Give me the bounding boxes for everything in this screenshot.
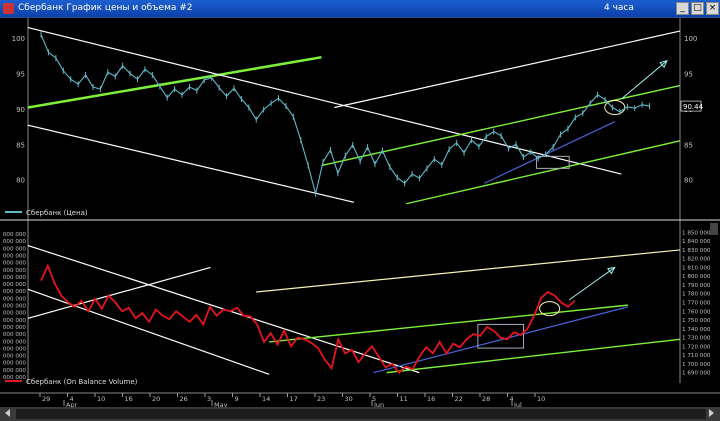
chart-window: Сбербанк График цены и объема #2 4 часа … [0,0,720,421]
y-tick-right: 80 [684,177,693,185]
y-tick-right: 1 820 000 [682,257,711,263]
y-tick-right: 1 700 000 [682,362,711,368]
x-tick-label: 14 [262,395,270,403]
y-tick-left: 80 [16,177,25,185]
y-tick-left: 000 000 [3,325,27,331]
y-tick-left: 000 000 [3,304,27,310]
y-tick-left: 000 000 [3,318,27,324]
y-tick-right: 1 760 000 [682,309,711,315]
y-tick-right: 85 [684,141,693,149]
x-tick-label: 16 [125,395,133,403]
x-tick-label: 11 [400,395,408,403]
y-tick-right: 1 720 000 [682,344,711,350]
y-tick-left: 100 [12,35,25,43]
x-tick-label: 16 [427,395,435,403]
panel-resize-handle[interactable] [710,223,718,235]
y-tick-left: 90 [16,106,25,114]
y-tick-left: 000 000 [3,239,27,245]
y-tick-right: 1 800 000 [682,274,711,280]
last-value-label: 90.44 [683,103,704,111]
y-tick-left: 000 000 [3,354,27,360]
x-tick-label: 17 [290,395,298,403]
y-tick-left: 000 000 [3,253,27,259]
y-tick-left: 000 000 [3,282,27,288]
y-tick-right: 1 840 000 [682,239,711,245]
x-tick-label: 22 [455,395,463,403]
y-tick-right: 1 780 000 [682,292,711,298]
y-tick-left: 000 000 [3,339,27,345]
y-tick-left: 000 000 [3,368,27,374]
y-tick-right: 100 [684,35,697,43]
y-tick-right: 1 730 000 [682,336,711,342]
y-tick-right: 1 810 000 [682,265,711,271]
x-tick-label: 10 [97,395,105,403]
y-tick-left: 000 000 [3,275,27,281]
y-tick-right: 1 710 000 [682,353,711,359]
y-tick-right: 1 770 000 [682,301,711,307]
x-tick-label: 26 [180,395,188,403]
y-tick-left: 000 000 [3,296,27,302]
y-tick-left: 000 000 [3,361,27,367]
y-tick-right: 95 [684,71,693,79]
x-tick-label: 3 [207,395,211,403]
y-tick-left: 000 000 [3,246,27,252]
y-tick-left: 000 000 [3,311,27,317]
y-tick-left: 000 000 [3,232,27,238]
y-tick-right: 1 830 000 [682,248,711,254]
x-tick-label: 20 [152,395,160,403]
y-tick-right: 1 690 000 [682,371,711,377]
chart-area: 100100959590908585808090.44Сбербанк (Цен… [0,17,720,421]
y-tick-left: 000 000 [3,268,27,274]
y-tick-left: 85 [16,141,25,149]
y-tick-right: 1 850 000 [682,230,711,236]
y-tick-right: 1 750 000 [682,318,711,324]
x-tick-label: 30 [345,395,353,403]
x-tick-label: 9 [235,395,239,403]
y-tick-right: 1 790 000 [682,283,711,289]
y-tick-left: 95 [16,71,25,79]
legend-label: Сбербанк (On Balance Volume) [26,378,138,386]
x-tick-label: 10 [537,395,545,403]
x-tick-label: 23 [317,395,325,403]
horizontal-scrollbar[interactable] [0,407,720,421]
y-tick-left: 000 000 [3,332,27,338]
x-tick-label: 28 [482,395,490,403]
y-tick-left: 000 000 [3,289,27,295]
y-tick-left: 000 000 [3,346,27,352]
y-tick-right: 1 740 000 [682,327,711,333]
x-tick-label: 29 [42,395,50,403]
y-tick-left: 000 000 [3,261,27,267]
legend-label: Сбербанк (Цена) [26,209,88,217]
